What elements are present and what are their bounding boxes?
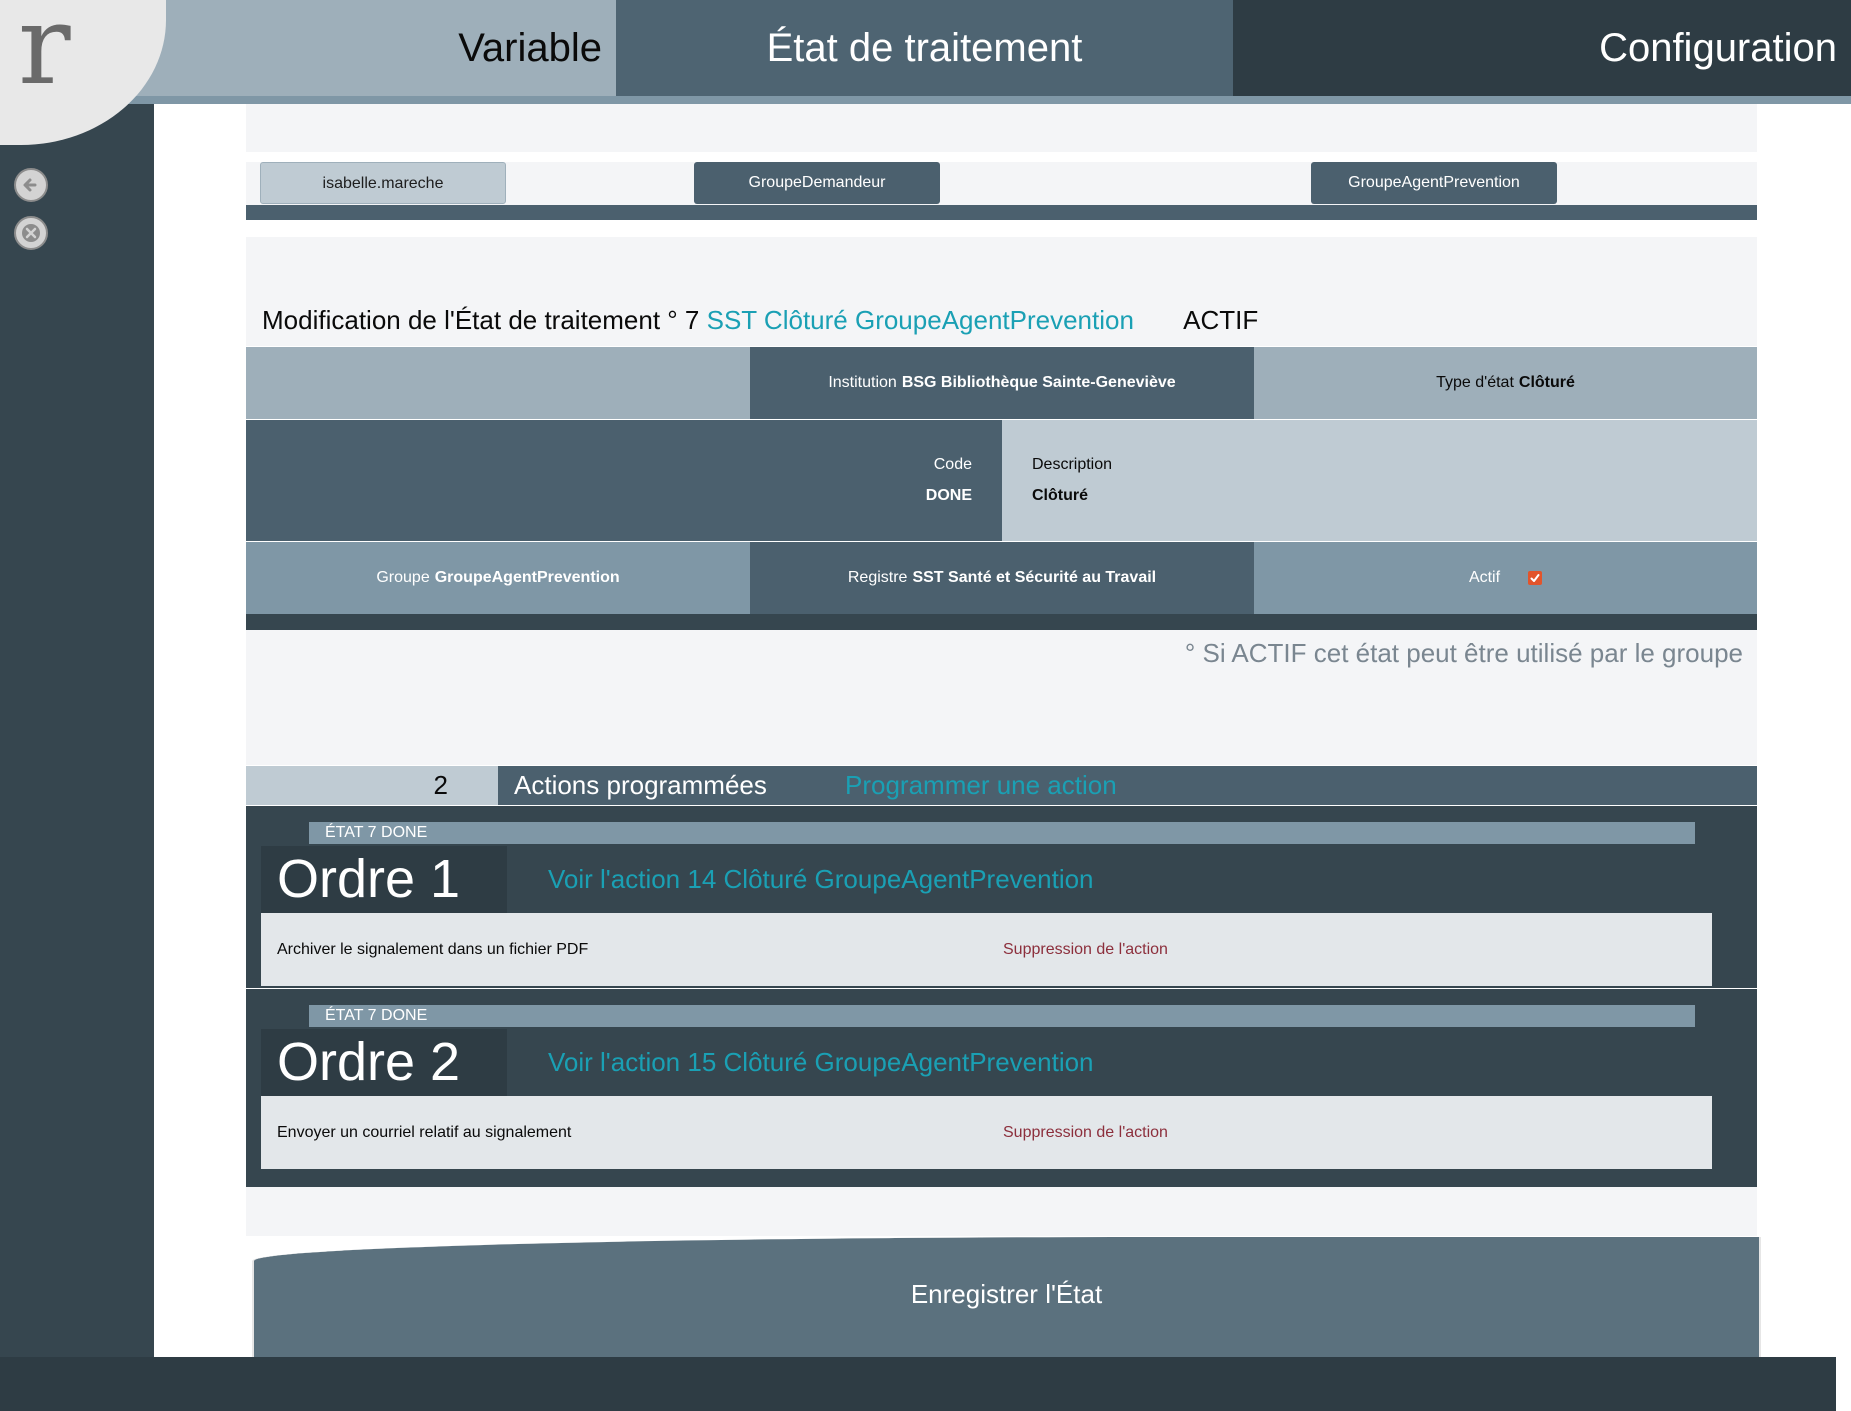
arrow-left-icon [23, 178, 37, 192]
actions-header: 2 Actions programmées Programmer une act… [246, 766, 1757, 805]
institution-value: BSG Bibliothèque Sainte-Geneviève [901, 374, 1176, 391]
registry-value: SST Santé et Sécurité au Travail [912, 569, 1157, 586]
action-body: Archiver le signalement dans un fichier … [261, 913, 1712, 986]
tab-variable-label: Variable [458, 26, 602, 70]
action-description: Archiver le signalement dans un fichier … [277, 941, 589, 958]
description-label: Description [1032, 456, 1113, 473]
status-badge: ACTIF [1183, 305, 1259, 335]
user-bar-strip [246, 205, 1757, 220]
tab-configuration[interactable]: Configuration [1233, 0, 1851, 96]
note-area: ° Si ACTIF cet état peut être utilisé pa… [246, 630, 1757, 765]
group-requester-chip[interactable]: GroupeDemandeur [694, 162, 940, 204]
type-field: Type d'état Clôturé [1254, 347, 1757, 419]
footer [0, 1357, 1836, 1411]
state-title-link[interactable]: SST Clôturé GroupeAgentPrevention [707, 305, 1134, 335]
save-spacer [246, 1187, 1757, 1236]
delete-action-link[interactable]: Suppression de l'action [1003, 1096, 1168, 1169]
save-state-button[interactable]: Enregistrer l'État [252, 1237, 1761, 1357]
delete-action-link[interactable]: Suppression de l'action [1003, 913, 1168, 986]
page-title: Modification de l'État de traitement ° 7… [262, 305, 1258, 336]
save-state-label: Enregistrer l'État [910, 1279, 1103, 1309]
action-item: ÉTAT 7 DONE Ordre 1 Voir l'action 14 Clô… [246, 806, 1757, 988]
empty-cell [246, 347, 750, 419]
active-checkbox[interactable] [1528, 571, 1543, 585]
current-user-chip[interactable]: isabelle.mareche [260, 162, 506, 204]
registry-field: Registre SST Santé et Sécurité au Travai… [750, 542, 1254, 614]
actions-count: 2 [246, 766, 498, 805]
topbar-underline [0, 96, 1851, 104]
action-state-bar: ÉTAT 7 DONE [309, 1005, 1695, 1027]
active-label: Actif [1468, 569, 1501, 586]
details-strip [246, 614, 1757, 630]
user-bar: isabelle.mareche GroupeDemandeur GroupeA… [246, 162, 1757, 205]
tab-etat-de-traitement[interactable]: État de traitement [616, 0, 1233, 96]
top-spacer [246, 104, 1757, 152]
action-body: Envoyer un courriel relatif au signaleme… [261, 1096, 1712, 1169]
code-label: Code [933, 456, 972, 473]
actions-title: Actions programmées [514, 770, 767, 800]
actions-strip [246, 1171, 1757, 1187]
action-state-bar: ÉTAT 7 DONE [309, 822, 1695, 844]
institution-field: Institution BSG Bibliothèque Sainte-Gene… [750, 347, 1254, 419]
action-item: ÉTAT 7 DONE Ordre 2 Voir l'action 15 Clô… [246, 989, 1757, 1171]
sidebar [0, 104, 154, 1357]
tab-configuration-label: Configuration [1599, 26, 1837, 70]
close-icon [22, 224, 40, 242]
description-value: Clôturé [1032, 487, 1088, 504]
tab-etat-label: État de traitement [766, 26, 1083, 70]
heading-area: Modification de l'État de traitement ° 7… [246, 237, 1757, 346]
group-agent-chip[interactable]: GroupeAgentPrevention [1311, 162, 1557, 204]
code-field: Code DONE [246, 420, 1002, 541]
schedule-action-link[interactable]: Programmer une action [845, 766, 1117, 805]
view-action-link[interactable]: Voir l'action 14 Clôturé GroupeAgentPrev… [548, 846, 1094, 913]
logo-glyph: r [18, 0, 71, 109]
back-button[interactable] [14, 168, 48, 202]
action-order: Ordre 1 [261, 846, 507, 913]
description-field: Description Clôturé [1002, 420, 1757, 541]
registry-label: Registre [847, 569, 908, 586]
page-title-prefix: Modification de l'État de traitement ° 7 [262, 305, 700, 335]
view-action-link[interactable]: Voir l'action 15 Clôturé GroupeAgentPrev… [548, 1029, 1094, 1096]
type-value: Clôturé [1518, 374, 1575, 391]
group-field: Groupe GroupeAgentPrevention [246, 542, 750, 614]
institution-label: Institution [828, 374, 897, 391]
action-order: Ordre 2 [261, 1029, 507, 1096]
top-navigation: Variable État de traitement Configuratio… [0, 0, 1851, 96]
check-icon [1530, 574, 1540, 582]
type-label: Type d'état [1436, 374, 1514, 391]
active-field: Actif [1254, 542, 1757, 614]
active-note: ° Si ACTIF cet état peut être utilisé pa… [1184, 638, 1743, 668]
close-button[interactable] [14, 216, 48, 250]
group-value: GroupeAgentPrevention [434, 569, 620, 586]
group-label: Groupe [376, 569, 430, 586]
code-value: DONE [925, 487, 972, 504]
action-description: Envoyer un courriel relatif au signaleme… [277, 1124, 572, 1141]
